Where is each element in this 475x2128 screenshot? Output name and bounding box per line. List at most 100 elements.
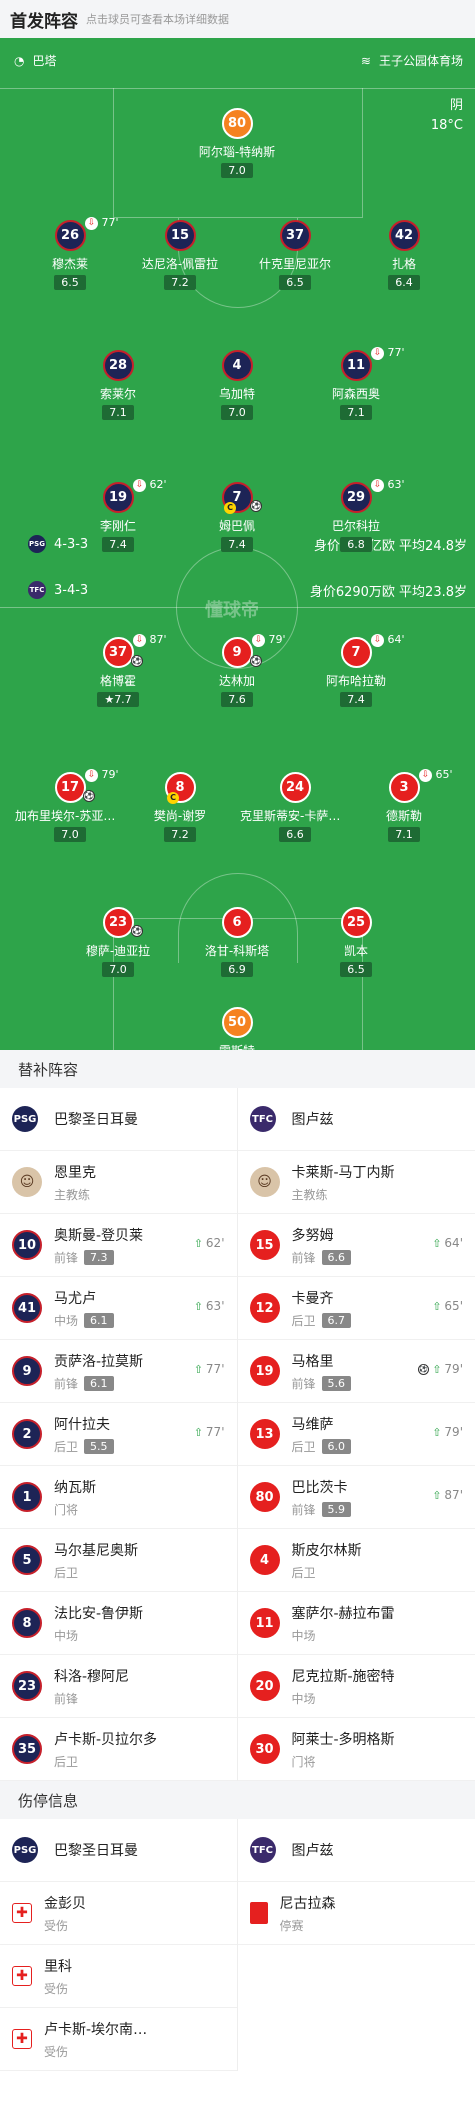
player-rating: 7.2 <box>164 275 196 290</box>
player-away[interactable]: 50 雷斯特 6.7 <box>182 1007 292 1050</box>
goal-ball-icon: ⚽ <box>131 655 143 667</box>
sub-player-row[interactable]: 41 马尤卢 中场 6.1 ⇧ 63' <box>0 1277 237 1340</box>
home-team-row[interactable]: PSG 巴黎圣日耳曼 <box>0 1088 237 1151</box>
sub-position: 后卫 <box>291 1313 316 1328</box>
player-number: 11 <box>340 350 372 381</box>
sub-player-row[interactable]: 11 塞萨尔-赫拉布雷 中场 <box>237 1592 475 1655</box>
sub-position: 后卫 <box>54 1565 79 1580</box>
stadium-icon: ≋ <box>360 53 371 68</box>
player-home[interactable]: 15 达尼洛-佩雷拉 7.2 <box>125 220 235 290</box>
player-name: 达尼洛-佩雷拉 <box>141 257 219 271</box>
player-home[interactable]: 7 ⚽ C 姆巴佩 7.4 <box>182 482 292 552</box>
goal-ball-icon: ⚽ <box>418 1363 430 1375</box>
sub-player-row[interactable]: 23 科洛-穆阿尼 前锋 <box>0 1655 237 1718</box>
sub-off-indicator: ⇩ 63' <box>371 478 405 492</box>
sub-rating: 5.5 <box>84 1438 114 1454</box>
player-number: 9 <box>221 637 253 668</box>
player-away[interactable]: 3 ⇩ 65' 德斯勒 7.1 <box>349 768 459 842</box>
injury-row[interactable]: ✚ 卢卡斯-埃尔南德斯 受伤 <box>0 2008 237 2071</box>
injury-row[interactable]: ✚ 金彭贝 受伤 <box>0 1882 237 1945</box>
sub-player-row[interactable]: 4 斯皮尔林斯 后卫 <box>237 1529 475 1592</box>
sub-name: 马维萨 <box>291 1416 334 1433</box>
sub-number: 2 <box>12 1419 42 1449</box>
player-away[interactable]: 37 ⇩ 87' ⚽ 格博霍 ★7.7 <box>63 633 173 707</box>
player-home[interactable]: 26 ⇩ 77' 穆杰莱 6.5 <box>15 216 125 290</box>
sub-player-row[interactable]: 35 卢卡斯-贝拉尔多 后卫 <box>0 1718 237 1781</box>
sub-player-row[interactable]: 9 贡萨洛-拉莫斯 前锋 6.1 ⇧ 77' <box>0 1340 237 1403</box>
player-home[interactable]: 19 ⇩ 62' 李刚仁 7.4 <box>63 478 173 552</box>
player-home[interactable]: 80 阿尔瑙-特纳斯 7.0 <box>182 108 292 178</box>
player-home[interactable]: 4 乌加特 7.0 <box>182 350 292 420</box>
sub-player-row[interactable]: 13 马维萨 后卫 6.0 ⇧ 79' <box>237 1403 475 1466</box>
injury-row[interactable]: ✚ 里科 受伤 <box>0 1945 237 2008</box>
page-subtitle: 点击球员可查看本场详细数据 <box>86 13 229 26</box>
sub-name: 纳瓦斯 <box>54 1479 96 1496</box>
sub-name: 阿莱士-多明格斯 <box>291 1731 395 1748</box>
away-coach-row[interactable]: ☺ 卡莱斯-马丁内斯 主教练 <box>237 1151 475 1214</box>
sub-player-row[interactable]: 2 阿什拉夫 后卫 5.5 ⇧ 77' <box>0 1403 237 1466</box>
player-home[interactable]: 42 扎格 6.4 <box>349 220 459 290</box>
player-number: 7 <box>340 637 372 668</box>
player-away[interactable]: 9 ⇩ 79' ⚽ 达林加 7.6 <box>182 633 292 707</box>
player-away[interactable]: 23 ⚽ 穆萨-迪亚拉 7.0 <box>63 907 173 977</box>
sub-name: 奥斯曼-登贝莱 <box>54 1227 144 1244</box>
player-number: 3 <box>388 772 420 803</box>
player-name: 扎格 <box>391 257 416 271</box>
sub-on-time: ⇧ 79' <box>432 1425 463 1439</box>
weather: 阴 18°C <box>430 98 463 133</box>
sub-player-row[interactable]: 20 尼克拉斯-施密特 中场 <box>237 1655 475 1718</box>
player-name: 巴尔科拉 <box>331 519 380 533</box>
player-home[interactable]: 37 什克里尼亚尔 6.5 <box>240 220 350 290</box>
sub-on-time: ⇧ 64' <box>432 1236 463 1250</box>
player-away[interactable]: 6 洛甘-科斯塔 6.9 <box>182 907 292 977</box>
away-subs: TFC 图卢兹 ☺ 卡莱斯-马丁内斯 主教练 15 多努姆 前锋 6.6 ⇧ 64' 1… <box>237 1088 475 1781</box>
sub-player-row[interactable]: 5 马尔基尼奥斯 后卫 <box>0 1529 237 1592</box>
sub-player-row[interactable]: 15 多努姆 前锋 6.6 ⇧ 64' <box>237 1214 475 1277</box>
sub-player-row[interactable]: 12 卡曼齐 后卫 6.7 ⇧ 65' <box>237 1277 475 1340</box>
player-home[interactable]: 28 索莱尔 7.1 <box>63 350 173 420</box>
player-away[interactable]: 17 ⇩ 79' ⚽ 加布里埃尔-苏亚雷斯 7.0 <box>15 768 125 842</box>
player-rating: 7.4 <box>102 537 134 552</box>
sub-name: 巴比茨卡 <box>291 1479 348 1496</box>
sub-number: 4 <box>249 1545 280 1575</box>
sub-rating: 5.9 <box>321 1501 352 1517</box>
injury-row[interactable]: 尼古拉森 停赛 <box>237 1882 475 1945</box>
home-coach-row[interactable]: ☺ 恩里克 主教练 <box>0 1151 237 1214</box>
sub-position: 前锋 <box>54 1376 79 1391</box>
sub-name: 阿什拉夫 <box>54 1416 110 1433</box>
player-away[interactable]: 8 C 樊尚-谢罗 7.2 <box>125 772 235 842</box>
sub-number: 41 <box>12 1293 42 1323</box>
home-team-row[interactable]: PSG 巴黎圣日耳曼 <box>0 1819 237 1882</box>
player-home[interactable]: 29 ⇩ 63' 巴尔科拉 6.8 <box>301 478 411 552</box>
player-away[interactable]: 25 凯本 6.5 <box>301 907 411 977</box>
sub-on-icon: ⇧ <box>193 1236 203 1250</box>
player-away[interactable]: 7 ⇩ 64' 阿布哈拉勒 7.4 <box>301 633 411 707</box>
sub-off-indicator: ⇩ 65' <box>419 768 453 782</box>
player-number: 26 <box>54 220 86 251</box>
sub-on-time: ⇧ 62' <box>193 1236 225 1250</box>
player-name: 姆巴佩 <box>218 519 255 533</box>
sub-number: 35 <box>12 1734 42 1764</box>
injury-status: 受伤 <box>44 2044 69 2059</box>
away-team-row[interactable]: TFC 图卢兹 <box>237 1088 475 1151</box>
away-team-row[interactable]: TFC 图卢兹 <box>237 1819 475 1882</box>
sub-player-row[interactable]: 10 奥斯曼-登贝莱 前锋 7.3 ⇧ 62' <box>0 1214 237 1277</box>
player-away[interactable]: 24 克里斯蒂安-卡萨雷斯 6.6 <box>240 772 350 842</box>
toulouse-crest-icon: TFC <box>28 581 46 599</box>
sub-position: 前锋 <box>291 1376 316 1391</box>
injured-player-name: 尼古拉森 <box>279 1895 336 1912</box>
sub-position: 中场 <box>54 1628 79 1643</box>
sub-player-row[interactable]: 19 马格里 前锋 5.6 ⚽ ⇧ 79' <box>237 1340 475 1403</box>
sub-name: 塞萨尔-赫拉布雷 <box>291 1605 395 1622</box>
sub-player-row[interactable]: 1 纳瓦斯 门将 <box>0 1466 237 1529</box>
player-home[interactable]: 11 ⇩ 77' 阿森西奥 7.1 <box>301 346 411 420</box>
star-icon: ★ <box>104 693 115 706</box>
sub-number: 9 <box>12 1356 42 1386</box>
player-number: 17 <box>54 772 86 803</box>
sub-number: 11 <box>249 1608 280 1638</box>
sub-player-row[interactable]: 30 阿莱士-多明格斯 门将 <box>237 1718 475 1781</box>
sub-player-row[interactable]: 8 法比安-鲁伊斯 中场 <box>0 1592 237 1655</box>
sub-number: 10 <box>12 1230 42 1260</box>
player-number: 24 <box>279 772 311 803</box>
sub-player-row[interactable]: 80 巴比茨卡 前锋 5.9 ⇧ 87' <box>237 1466 475 1529</box>
